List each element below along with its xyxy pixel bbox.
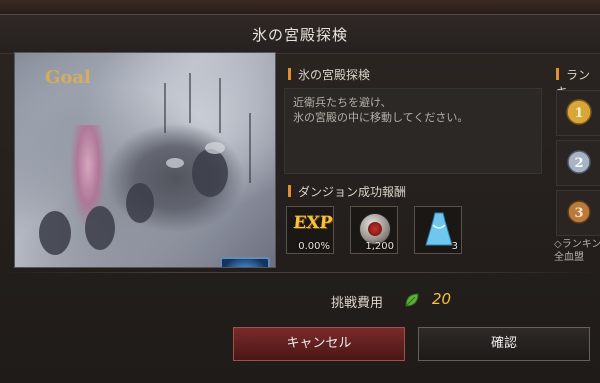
- dress-icon: [425, 212, 453, 246]
- mission-description-line2: 氷の宮殿の中に移動してください。: [293, 111, 469, 124]
- challenge-cost-value: 20: [432, 290, 452, 308]
- medal-rank-3: 3: [574, 206, 583, 221]
- section-accent-bar: [288, 68, 291, 80]
- dialog-title: 氷の宮殿探検: [251, 26, 348, 44]
- ranking-note-line1: ◇ランキン: [554, 239, 600, 250]
- medal-rank-1: 1: [574, 106, 583, 121]
- mission-description-line1: 近衛兵たちを避け、: [293, 96, 392, 109]
- reward-qty: 3: [451, 241, 458, 252]
- section-divider: [0, 272, 600, 273]
- bronze-medal-icon: 3: [567, 200, 591, 224]
- challenge-cost-row: 挑戦費用 20: [0, 290, 600, 312]
- mission-header-label: 氷の宮殿探検: [298, 68, 371, 82]
- ice-swirl-icon: [227, 264, 263, 268]
- rank-slot-1[interactable]: 1: [556, 90, 600, 136]
- rewards-header: ダンジョン成功報酬: [288, 183, 406, 203]
- mission-header: 氷の宮殿探検: [288, 66, 370, 86]
- dialog-title-bar: 氷の宮殿探検: [0, 15, 600, 54]
- gold-medal-icon: 1: [566, 99, 592, 125]
- exp-icon: EXP: [292, 213, 334, 233]
- rewards-header-label: ダンジョン成功報酬: [298, 185, 407, 199]
- ranking-note: ◇ランキン 全血盟: [554, 238, 600, 264]
- section-accent-bar: [288, 185, 291, 197]
- mission-description-box: 近衛兵たちを避け、 氷の宮殿の中に移動してください。: [284, 88, 542, 174]
- reward-qty: 0.00%: [298, 241, 330, 252]
- reward-qty: 1,200: [365, 241, 394, 252]
- leaf-icon: [405, 293, 419, 307]
- cancel-button[interactable]: キャンセル: [233, 327, 405, 361]
- rank-slot-2[interactable]: 2: [556, 140, 600, 186]
- ranking-note-line2: 全血盟: [554, 252, 584, 263]
- medal-rank-2: 2: [574, 156, 583, 171]
- reward-list: EXP 0.00% 1,200 3: [286, 206, 546, 258]
- reward-dress[interactable]: 3: [414, 206, 462, 254]
- scene-decor: [39, 73, 251, 255]
- dungeon-scene-preview: Goal: [14, 52, 276, 268]
- reward-exp[interactable]: EXP 0.00%: [286, 206, 334, 254]
- rank-slot-3[interactable]: 3: [556, 190, 600, 236]
- ice-skill-icon[interactable]: [220, 257, 270, 268]
- silver-medal-icon: 2: [567, 150, 591, 174]
- reward-coin[interactable]: 1,200: [350, 206, 398, 254]
- confirm-button[interactable]: 確認: [418, 327, 590, 361]
- challenge-cost-label: 挑戦費用: [331, 296, 384, 311]
